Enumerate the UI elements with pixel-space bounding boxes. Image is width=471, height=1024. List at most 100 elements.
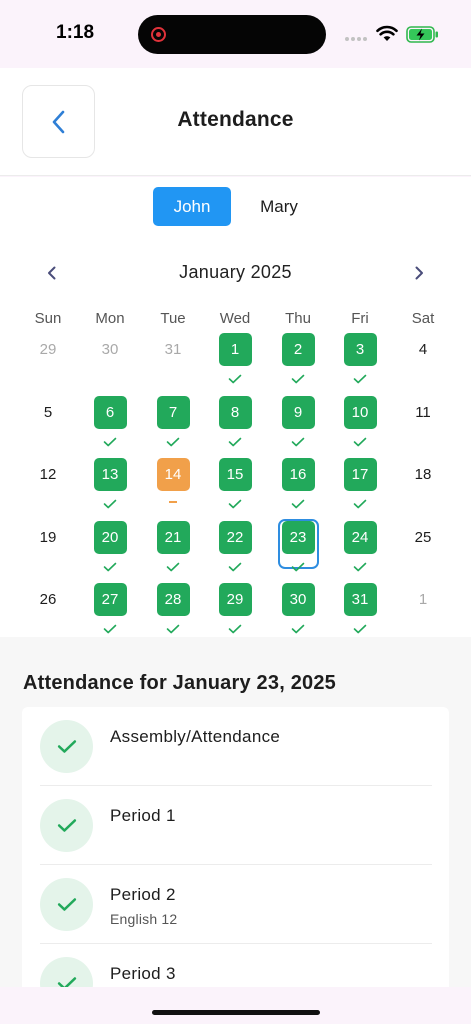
calendar-day[interactable]: 3 (343, 332, 377, 366)
present-check-icon (291, 621, 305, 634)
calendar-day[interactable]: 10 (343, 395, 377, 429)
calendar-day[interactable]: 12 (32, 458, 65, 491)
present-check-icon (166, 621, 180, 634)
check-icon (40, 957, 93, 987)
attendance-detail-panel: Attendance for January 23, 2025 Assembly… (0, 637, 471, 987)
present-check-icon (353, 559, 367, 572)
calendar-day[interactable]: 5 (32, 396, 65, 429)
weekday-label: Thu (285, 310, 311, 327)
calendar-day[interactable]: 4 (407, 333, 440, 366)
period-name: Period 2 (110, 885, 176, 904)
calendar-day[interactable]: 7 (156, 395, 190, 429)
present-check-icon (103, 434, 117, 447)
student-tab-john[interactable]: John (153, 187, 231, 226)
calendar-day: 1 (418, 590, 428, 608)
home-indicator-area (0, 987, 471, 1024)
calendar-day[interactable]: 16 (281, 457, 315, 491)
detail-title: Attendance for January 23, 2025 (23, 672, 336, 694)
calendar-day[interactable]: 13 (93, 457, 127, 491)
recording-indicator-icon (151, 27, 166, 42)
weekday-label: Mon (95, 310, 125, 327)
present-check-icon (228, 496, 242, 509)
calendar-day[interactable]: 8 (218, 395, 252, 429)
calendar-day[interactable]: 27 (93, 582, 127, 616)
calendar-day[interactable]: 2 (281, 332, 315, 366)
present-check-icon (228, 621, 242, 634)
student-selector: John Mary (0, 187, 471, 227)
period-name: Period 1 (110, 806, 176, 825)
dynamic-island (138, 15, 326, 54)
present-check-icon (228, 434, 242, 447)
calendar-day: 30 (101, 340, 119, 358)
check-icon (40, 799, 93, 852)
battery-charging-icon (406, 26, 438, 43)
calendar-day[interactable]: 21 (156, 520, 190, 554)
calendar-day[interactable]: 18 (407, 458, 440, 491)
calendar-day[interactable]: 23 (281, 520, 315, 554)
calendar-day[interactable]: 29 (218, 582, 252, 616)
present-check-icon (166, 434, 180, 447)
present-check-icon (291, 434, 305, 447)
late-dash-icon (169, 501, 177, 503)
month-label: January 2025 (179, 262, 292, 282)
period-name: Assembly/Attendance (110, 727, 281, 746)
month-navigation: January 2025 (0, 259, 471, 287)
next-month-button[interactable] (407, 261, 431, 285)
present-check-icon (166, 559, 180, 572)
present-check-icon (353, 496, 367, 509)
calendar-day[interactable]: 26 (32, 583, 65, 616)
calendar-day[interactable]: 11 (407, 396, 440, 429)
calendar-day[interactable]: 20 (93, 520, 127, 554)
present-check-icon (291, 371, 305, 384)
period-row[interactable]: Period 2 English 12 (40, 865, 432, 944)
weekday-label: Wed (219, 310, 251, 327)
calendar-day[interactable]: 31 (343, 582, 377, 616)
calendar-day: 29 (39, 340, 57, 358)
weekday-label: Fri (351, 310, 369, 327)
calendar-day[interactable]: 28 (156, 582, 190, 616)
cellular-signal-icon (345, 37, 367, 41)
page-title: Attendance (177, 108, 294, 131)
calendar-day[interactable]: 24 (343, 520, 377, 554)
calendar-day: 31 (164, 340, 182, 358)
calendar-day[interactable]: 25 (407, 521, 440, 554)
weekday-label: Sun (34, 310, 62, 327)
calendar-day[interactable]: 19 (32, 521, 65, 554)
present-check-icon (228, 371, 242, 384)
present-check-icon (228, 559, 242, 572)
calendar-day[interactable]: 14 (156, 457, 190, 491)
present-check-icon (291, 496, 305, 509)
calendar-day[interactable]: 6 (93, 395, 127, 429)
check-icon (40, 720, 93, 773)
period-subject: English 12 (110, 911, 178, 927)
present-check-icon (103, 621, 117, 634)
present-check-icon (291, 559, 305, 572)
present-check-icon (353, 434, 367, 447)
period-list: Assembly/Attendance Period 1 Period 2 En… (22, 707, 449, 987)
student-tab-mary[interactable]: Mary (240, 187, 318, 226)
present-check-icon (103, 559, 117, 572)
status-time: 1:18 (56, 22, 95, 43)
present-check-icon (353, 621, 367, 634)
present-check-icon (353, 371, 367, 384)
calendar-day[interactable]: 22 (218, 520, 252, 554)
calendar-day[interactable]: 1 (218, 332, 252, 366)
weekday-label: Tue (160, 310, 186, 327)
check-icon (40, 878, 93, 931)
calendar-day[interactable]: 15 (218, 457, 252, 491)
period-row[interactable]: Period 1 (40, 786, 432, 865)
period-row[interactable]: Period 3 (40, 944, 432, 987)
status-bar: 1:18 (0, 0, 471, 68)
calendar-day[interactable]: 30 (281, 582, 315, 616)
home-indicator[interactable] (152, 1010, 320, 1015)
chevron-right-icon (415, 266, 423, 280)
period-name: Period 3 (110, 964, 176, 983)
app-header: Attendance (0, 68, 471, 176)
weekday-label: Sat (411, 310, 435, 327)
calendar-panel: John Mary January 2025 Sun Mon Tue Wed Thu Fr… (0, 177, 471, 637)
calendar-day[interactable]: 9 (281, 395, 315, 429)
calendar-day[interactable]: 17 (343, 457, 377, 491)
period-row[interactable]: Assembly/Attendance (40, 707, 432, 786)
wifi-icon (376, 25, 398, 41)
present-check-icon (103, 496, 117, 509)
